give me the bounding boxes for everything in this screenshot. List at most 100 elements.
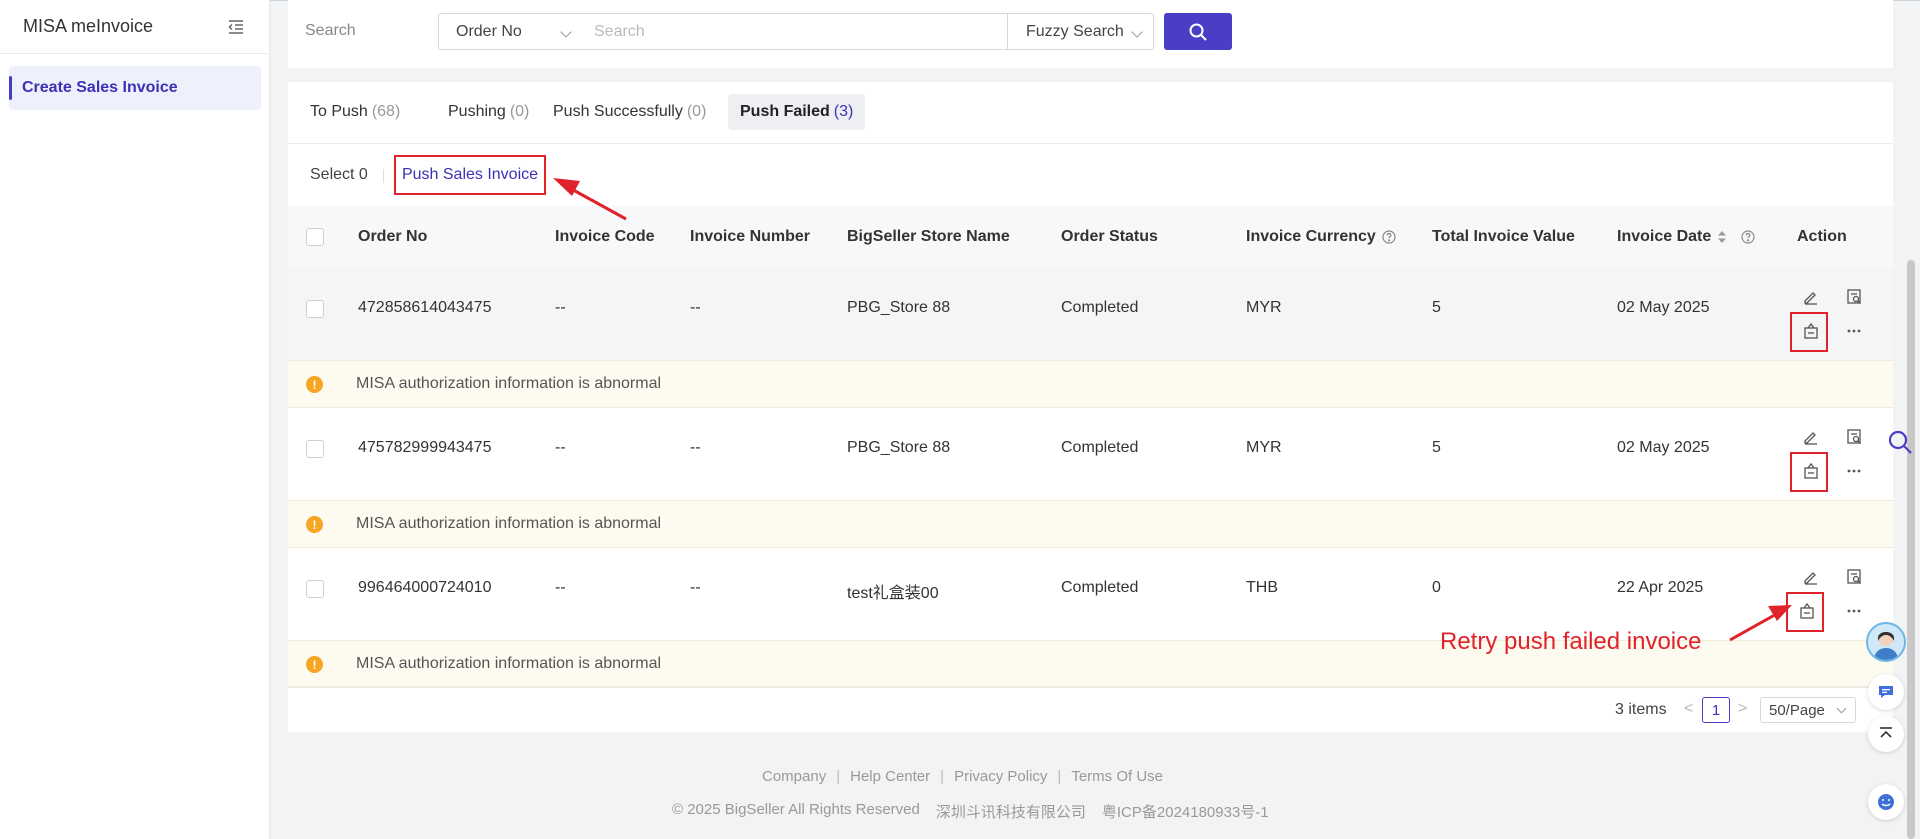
pagination-next[interactable]: > (1738, 700, 1747, 718)
scrollbar[interactable] (1907, 260, 1915, 839)
cell-invoice-code: -- (555, 299, 566, 316)
invoice-preview-icon[interactable] (1843, 566, 1865, 588)
cell-invoice-date: 02 May 2025 (1617, 439, 1710, 456)
row-checkbox[interactable] (306, 580, 324, 598)
tab-count: (68) (371, 103, 401, 120)
tab-count: (0) (686, 103, 707, 120)
tab-label: Push Successfully (553, 103, 683, 120)
edit-icon[interactable] (1800, 566, 1822, 588)
row-checkbox[interactable] (306, 300, 324, 318)
help-icon[interactable] (1741, 230, 1755, 244)
column-header-total-invoice-value: Total Invoice Value (1432, 228, 1575, 245)
cell-total-invoice-value: 0 (1432, 579, 1441, 596)
icp-number[interactable]: 粤ICP备2024180933号-1 (1102, 801, 1269, 822)
cell-invoice-currency: MYR (1246, 299, 1282, 316)
pagination-prev[interactable]: < (1684, 700, 1693, 718)
search-input[interactable] (582, 13, 1008, 50)
page-size-select[interactable]: 50/Page (1760, 697, 1856, 723)
warning-icon: ! (306, 376, 323, 393)
arrow-up-icon (1880, 727, 1892, 738)
feedback-button[interactable] (1868, 784, 1904, 820)
cell-invoice-date: 22 Apr 2025 (1617, 579, 1704, 596)
column-header-invoice-date: Invoice Date (1617, 228, 1755, 246)
tab-push-failed[interactable]: Push Failed (3) (728, 94, 866, 130)
toolbar-divider (383, 169, 384, 183)
back-to-top-button[interactable] (1868, 716, 1904, 752)
pagination-total: 3 items (1615, 701, 1667, 718)
tab-count: (3) (833, 103, 854, 120)
status-tabs: To Push (68) Pushing (0) Push Successfully… (288, 82, 1893, 144)
footer-separator: | (836, 768, 841, 785)
edit-icon[interactable] (1800, 426, 1822, 448)
column-header-action: Action (1797, 228, 1847, 245)
search-bar: Search Order No Fuzzy Search (288, 0, 1893, 68)
chevron-down-icon (560, 26, 572, 38)
cell-order-no: 472858614043475 (358, 299, 492, 316)
sidebar-item-create-sales-invoice[interactable]: Create Sales Invoice (9, 66, 261, 110)
retry-push-icon[interactable] (1796, 600, 1818, 622)
error-text: MISA authorization information is abnorm… (356, 655, 662, 672)
row-checkbox[interactable] (306, 440, 324, 458)
retry-push-icon[interactable] (1800, 320, 1822, 342)
cell-total-invoice-value: 5 (1432, 439, 1441, 456)
column-header-store-name: BigSeller Store Name (847, 228, 1010, 245)
collapse-menu-icon[interactable] (227, 18, 245, 36)
cell-invoice-number: -- (690, 579, 701, 596)
search-button[interactable] (1164, 13, 1232, 50)
footer-link-help-center[interactable]: Help Center (850, 768, 930, 785)
more-icon[interactable] (1843, 320, 1865, 342)
sidebar-header: MISA meInvoice (0, 0, 269, 54)
page-size-value: 50/Page (1769, 701, 1825, 719)
edit-icon[interactable] (1800, 286, 1822, 308)
chat-icon (1879, 686, 1893, 698)
invoice-preview-icon[interactable] (1843, 286, 1865, 308)
table-row-main: 475782999943475 -- -- PBG_Store 88 Compl… (288, 408, 1893, 500)
cell-order-status: Completed (1061, 299, 1139, 316)
more-icon[interactable] (1843, 460, 1865, 482)
row-error-message: ! MISA authorization information is abno… (288, 500, 1893, 548)
search-field-select[interactable]: Order No (438, 13, 583, 50)
help-icon[interactable] (1382, 230, 1396, 244)
cell-invoice-code: -- (555, 579, 566, 596)
search-mode-select[interactable]: Fuzzy Search (1008, 13, 1154, 50)
tab-pushing[interactable]: Pushing (0) (436, 94, 541, 130)
footer-links: Company | Help Center | Privacy Policy |… (762, 768, 1163, 785)
cell-order-status: Completed (1061, 579, 1139, 596)
push-sales-invoice-button[interactable]: Push Sales Invoice (394, 155, 546, 195)
footer-link-terms-of-use[interactable]: Terms Of Use (1071, 768, 1163, 785)
row-error-message: ! MISA authorization information is abno… (288, 360, 1893, 408)
cell-order-no: 996464000724010 (358, 579, 492, 596)
select-all-checkbox[interactable] (306, 228, 324, 246)
retry-push-icon[interactable] (1800, 460, 1822, 482)
tab-to-push[interactable]: To Push (68) (298, 94, 412, 130)
annotation-label: Retry push failed invoice (1440, 628, 1702, 655)
table-row-main: 996464000724010 -- -- test礼盒装00 Complete… (288, 548, 1893, 640)
sort-icon[interactable] (1717, 230, 1727, 244)
company-name: 深圳斗讯科技有限公司 (935, 804, 1086, 821)
pagination: 3 items < 1 > 50/Page (288, 686, 1893, 732)
select-count: Select 0 (310, 166, 368, 183)
search-icon[interactable] (1886, 428, 1914, 456)
tab-label: Push Failed (740, 103, 830, 120)
chat-button[interactable] (1868, 674, 1904, 710)
footer-link-company[interactable]: Company (762, 768, 826, 785)
more-icon[interactable] (1843, 600, 1865, 622)
tab-count: (0) (509, 103, 530, 120)
table-header: Order No Invoice Code Invoice Number Big… (288, 206, 1893, 268)
smile-icon (1878, 794, 1894, 810)
sidebar: MISA meInvoice Create Sales Invoice (0, 0, 270, 839)
pagination-page-1[interactable]: 1 (1702, 697, 1730, 723)
copyright-text: © 2025 BigSeller All Rights Reserved (672, 801, 920, 818)
warning-icon: ! (306, 516, 323, 533)
cell-store-name: test礼盒装00 (847, 585, 939, 602)
tab-label: Pushing (448, 103, 506, 120)
search-field-select-value: Order No (456, 22, 522, 40)
tab-push-successfully[interactable]: Push Successfully (0) (541, 94, 718, 130)
footer-link-privacy-policy[interactable]: Privacy Policy (954, 768, 1047, 785)
invoice-preview-icon[interactable] (1843, 426, 1865, 448)
table-row-main: 472858614043475 -- -- PBG_Store 88 Compl… (288, 268, 1893, 360)
warning-icon: ! (306, 656, 323, 673)
tab-label: To Push (310, 103, 368, 120)
cell-invoice-currency: THB (1246, 579, 1278, 596)
support-avatar[interactable] (1866, 622, 1906, 662)
